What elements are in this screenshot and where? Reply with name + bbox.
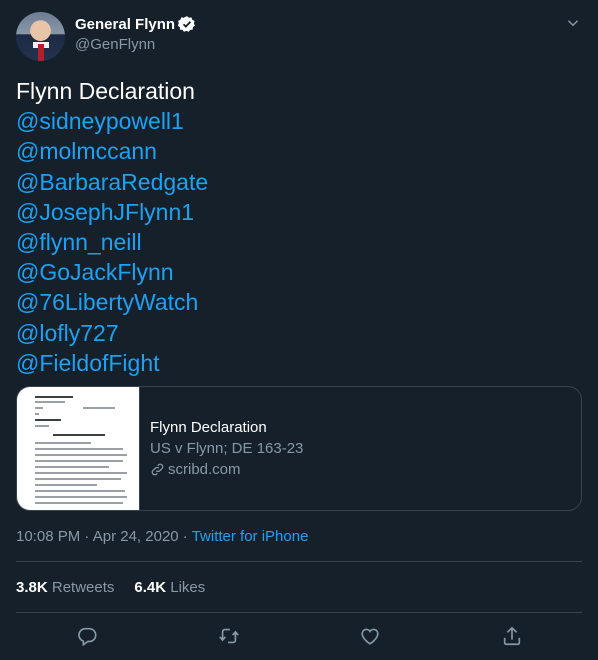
display-name[interactable]: General Flynn [75,16,175,33]
likes-count: 6.4K [134,579,167,596]
mention-link[interactable]: @sidneypowell1 [16,106,208,136]
meta-separator: · [178,528,192,545]
tweet-date[interactable]: Apr 24, 2020 [93,528,179,545]
mention-link[interactable]: @lofly727 [16,318,208,348]
tweet-source[interactable]: Twitter for iPhone [192,528,309,545]
verified-icon [178,16,195,32]
mention-link[interactable]: @JosephJFlynn1 [16,197,208,227]
mention-link[interactable]: @BarbaraRedgate [16,167,208,197]
mention-link[interactable]: @FieldofFight [16,348,208,378]
mention-link[interactable]: @molmccann [16,136,208,166]
retweets-stat[interactable]: 3.8K Retweets [16,579,114,596]
chevron-down-icon[interactable] [564,14,582,32]
divider [16,561,582,562]
tweet-meta: 10:08 PM · Apr 24, 2020 · Twitter for iP… [16,528,308,545]
mention-link[interactable]: @GoJackFlynn [16,257,208,287]
tweet-time[interactable]: 10:08 PM [16,528,80,545]
meta-separator: · [80,528,93,545]
name-row: General Flynn [75,15,196,33]
tweet-text: Flynn Declaration @sidneypowell1 @molmcc… [16,76,208,378]
retweet-icon[interactable] [218,625,240,647]
like-icon[interactable] [359,625,381,647]
tweet-actions [0,622,598,650]
tweet-header: General Flynn @GenFlynn [16,12,582,62]
document-thumbnail [17,387,140,510]
likes-label: Likes [170,579,206,596]
card-domain: scribd.com [150,459,303,480]
avatar[interactable] [16,12,65,61]
card-domain-text: scribd.com [168,461,241,478]
tweet-line-title: Flynn Declaration [16,78,195,104]
reply-icon[interactable] [76,625,98,647]
link-card[interactable]: Flynn Declaration US v Flynn; DE 163-23 … [16,386,582,511]
share-icon[interactable] [501,625,523,647]
avatar-tie [38,44,44,61]
link-icon [151,463,164,476]
card-title: Flynn Declaration [150,419,267,436]
card-body: Flynn Declaration US v Flynn; DE 163-23 … [140,387,303,510]
retweets-count: 3.8K [16,579,48,596]
tweet-stats: 3.8K Retweets 6.4K Likes [16,579,225,596]
handle[interactable]: @GenFlynn [75,36,155,53]
mention-link[interactable]: @flynn_neill [16,227,208,257]
mention-link[interactable]: @76LibertyWatch [16,287,208,317]
retweets-label: Retweets [51,579,115,596]
likes-stat[interactable]: 6.4K Likes [134,579,205,596]
card-description: US v Flynn; DE 163-23 [150,440,304,457]
divider [16,612,582,613]
